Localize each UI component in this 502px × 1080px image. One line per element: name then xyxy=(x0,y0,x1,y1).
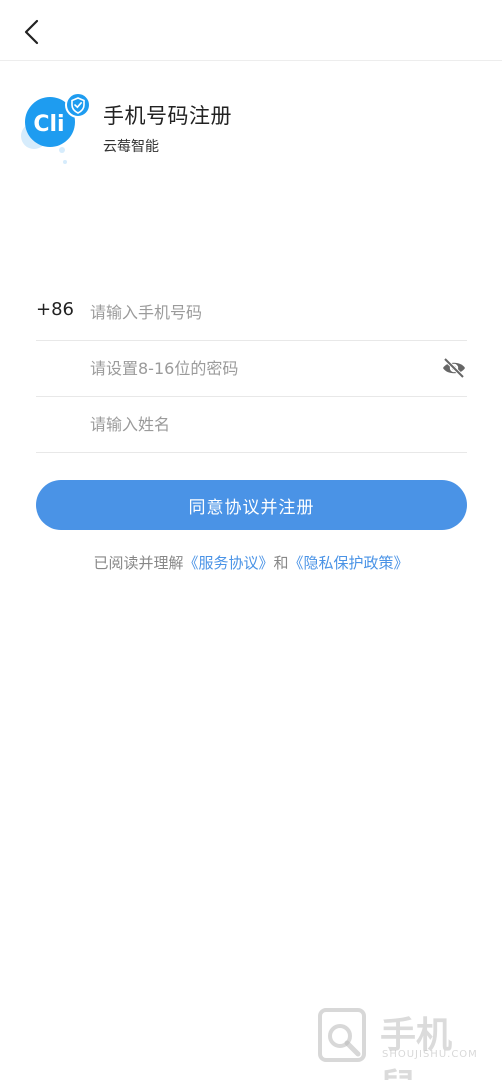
top-bar xyxy=(0,0,502,61)
register-button[interactable]: 同意协议并注册 xyxy=(36,480,467,530)
eye-off-icon[interactable] xyxy=(441,355,467,381)
register-form: +86 xyxy=(36,285,467,453)
page-subtitle: 云莓智能 xyxy=(103,139,159,155)
app-logo-icon: Cli xyxy=(21,92,91,164)
svg-text:Cli: Cli xyxy=(33,112,64,137)
password-row xyxy=(36,341,467,397)
password-input[interactable] xyxy=(90,349,420,387)
service-agreement-link[interactable]: 《服务协议》 xyxy=(183,554,273,572)
agreement-and: 和 xyxy=(273,554,289,572)
privacy-policy-link[interactable]: 《隐私保护政策》 xyxy=(289,554,409,572)
watermark: 手机鼠 SHOUJISHU.COM xyxy=(316,1006,486,1080)
agreement-text: 已阅读并理解《服务协议》和《隐私保护政策》 xyxy=(0,552,502,573)
watermark-logo-icon xyxy=(318,1008,366,1062)
agreement-prefix: 已阅读并理解 xyxy=(93,554,184,572)
chevron-left-icon xyxy=(24,19,39,45)
register-screen: Cli 手机号码注册 云莓智能 +86 同意协议并注册 已 xyxy=(0,0,502,1080)
phone-row: +86 xyxy=(36,285,467,341)
country-code[interactable]: +86 xyxy=(36,299,74,320)
back-button[interactable] xyxy=(14,14,50,50)
page-title: 手机号码注册 xyxy=(103,104,232,128)
name-row xyxy=(36,397,467,453)
name-input[interactable] xyxy=(90,405,420,443)
watermark-subtext: SHOUJISHU.COM xyxy=(382,1049,478,1060)
phone-input[interactable] xyxy=(90,293,420,331)
app-header: Cli 手机号码注册 云莓智能 xyxy=(18,90,478,170)
watermark-text: 手机鼠 xyxy=(380,1015,453,1080)
